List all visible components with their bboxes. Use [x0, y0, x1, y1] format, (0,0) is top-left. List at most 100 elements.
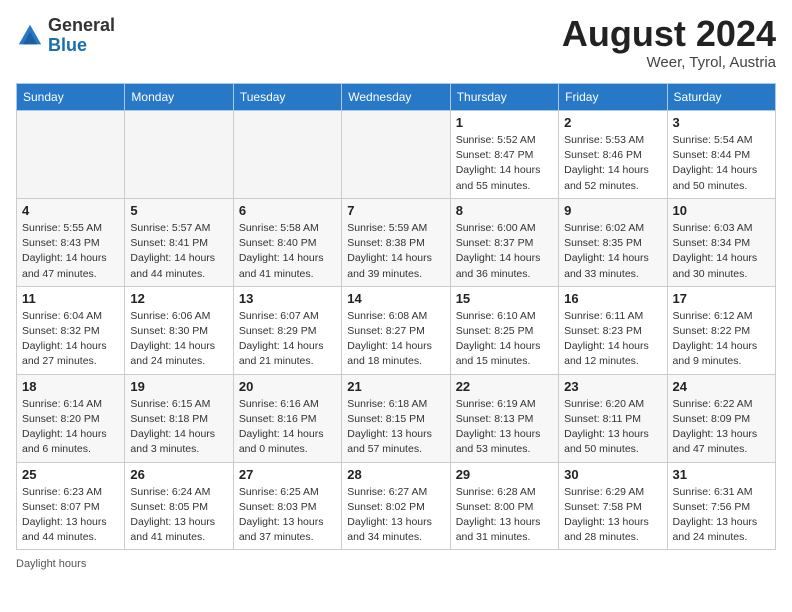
day-number: 31 — [673, 467, 770, 482]
day-detail: Sunrise: 5:59 AM Sunset: 8:38 PM Dayligh… — [347, 221, 444, 282]
calendar-cell: 14Sunrise: 6:08 AM Sunset: 8:27 PM Dayli… — [342, 286, 450, 374]
day-number: 3 — [673, 115, 770, 130]
day-number: 25 — [22, 467, 119, 482]
day-detail: Sunrise: 6:11 AM Sunset: 8:23 PM Dayligh… — [564, 309, 661, 370]
day-detail: Sunrise: 6:18 AM Sunset: 8:15 PM Dayligh… — [347, 397, 444, 458]
day-number: 30 — [564, 467, 661, 482]
calendar-cell: 13 Sunrise: 6:07 AM Sunset: 8:29 PM Dayli… — [233, 286, 341, 374]
day-detail: Sunrise: 5:53 AM Sunset: 8:46 PM Dayligh… — [564, 133, 661, 194]
day-detail: Sunrise: 5:57 AM Sunset: 8:41 PM Dayligh… — [130, 221, 227, 282]
calendar-cell: 31 Sunrise: 6:31 AM Sunset: 7:56 PM Dayli… — [667, 462, 775, 550]
day-number: 4 — [22, 203, 119, 218]
day-detail: Sunrise: 6:16 AM Sunset: 8:16 PM Dayligh… — [239, 397, 336, 458]
day-detail: Sunrise: 6:03 AM Sunset: 8:34 PM Dayligh… — [673, 221, 770, 282]
logo-blue-text: Blue — [48, 35, 87, 55]
day-detail: Sunrise: 5:58 AM Sunset: 8:40 PM Dayligh… — [239, 221, 336, 282]
calendar-cell: 6 Sunrise: 5:58 AM Sunset: 8:40 PM Daylig… — [233, 198, 341, 286]
calendar-cell: 17Sunrise: 6:12 AM Sunset: 8:22 PM Dayli… — [667, 286, 775, 374]
calendar-cell — [17, 111, 125, 199]
day-detail: Sunrise: 6:15 AM Sunset: 8:18 PM Dayligh… — [130, 397, 227, 458]
day-detail: Sunrise: 6:02 AM Sunset: 8:35 PM Dayligh… — [564, 221, 661, 282]
calendar-cell: 23 Sunrise: 6:20 AM Sunset: 8:11 PM Dayli… — [559, 374, 667, 462]
calendar-cell — [125, 111, 233, 199]
day-number: 12 — [130, 291, 227, 306]
day-detail: Sunrise: 6:23 AM Sunset: 8:07 PM Dayligh… — [22, 485, 119, 546]
calendar-cell: 28 Sunrise: 6:27 AM Sunset: 8:02 PM Dayli… — [342, 462, 450, 550]
location-label: Weer, Tyrol, Austria — [562, 54, 776, 71]
day-number: 24 — [673, 379, 770, 394]
day-number: 19 — [130, 379, 227, 394]
calendar-cell: 1 Sunrise: 5:52 AM Sunset: 8:47 PM Daylig… — [450, 111, 558, 199]
day-detail: Sunrise: 5:55 AM Sunset: 8:43 PM Dayligh… — [22, 221, 119, 282]
calendar-cell: 15 Sunrise: 6:10 AM Sunset: 8:25 PM Dayli… — [450, 286, 558, 374]
day-number: 6 — [239, 203, 336, 218]
day-number: 20 — [239, 379, 336, 394]
calendar-week-row: 11Sunrise: 6:04 AM Sunset: 8:32 PM Dayli… — [17, 286, 776, 374]
calendar-cell — [233, 111, 341, 199]
logo: General Blue — [16, 16, 115, 56]
calendar-cell: 27Sunrise: 6:25 AM Sunset: 8:03 PM Dayli… — [233, 462, 341, 550]
day-detail: Sunrise: 5:54 AM Sunset: 8:44 PM Dayligh… — [673, 133, 770, 194]
day-number: 2 — [564, 115, 661, 130]
logo-general-text: General — [48, 15, 115, 35]
calendar-cell: 26Sunrise: 6:24 AM Sunset: 8:05 PM Dayli… — [125, 462, 233, 550]
day-number: 21 — [347, 379, 444, 394]
calendar-cell: 8 Sunrise: 6:00 AM Sunset: 8:37 PM Daylig… — [450, 198, 558, 286]
day-number: 15 — [456, 291, 553, 306]
col-header-tuesday: Tuesday — [233, 84, 341, 111]
calendar-cell: 21 Sunrise: 6:18 AM Sunset: 8:15 PM Dayli… — [342, 374, 450, 462]
day-number: 8 — [456, 203, 553, 218]
day-detail: Sunrise: 6:28 AM Sunset: 8:00 PM Dayligh… — [456, 485, 553, 546]
day-number: 23 — [564, 379, 661, 394]
day-number: 10 — [673, 203, 770, 218]
calendar-cell: 29Sunrise: 6:28 AM Sunset: 8:00 PM Dayli… — [450, 462, 558, 550]
day-detail: Sunrise: 6:29 AM Sunset: 7:58 PM Dayligh… — [564, 485, 661, 546]
day-detail: Sunrise: 6:06 AM Sunset: 8:30 PM Dayligh… — [130, 309, 227, 370]
calendar-week-row: 1 Sunrise: 5:52 AM Sunset: 8:47 PM Daylig… — [17, 111, 776, 199]
day-detail: Sunrise: 6:07 AM Sunset: 8:29 PM Dayligh… — [239, 309, 336, 370]
day-number: 9 — [564, 203, 661, 218]
day-detail: Sunrise: 6:19 AM Sunset: 8:13 PM Dayligh… — [456, 397, 553, 458]
calendar-week-row: 25 Sunrise: 6:23 AM Sunset: 8:07 PM Dayli… — [17, 462, 776, 550]
day-number: 28 — [347, 467, 444, 482]
calendar-cell: 18 Sunrise: 6:14 AM Sunset: 8:20 PM Dayli… — [17, 374, 125, 462]
col-header-sunday: Sunday — [17, 84, 125, 111]
day-detail: Sunrise: 6:04 AM Sunset: 8:32 PM Dayligh… — [22, 309, 119, 370]
calendar-table: SundayMondayTuesdayWednesdayThursdayFrid… — [16, 83, 776, 550]
day-detail: Sunrise: 6:27 AM Sunset: 8:02 PM Dayligh… — [347, 485, 444, 546]
footer-note: Daylight hours — [16, 558, 776, 570]
day-detail: Sunrise: 5:52 AM Sunset: 8:47 PM Dayligh… — [456, 133, 553, 194]
day-detail: Sunrise: 6:10 AM Sunset: 8:25 PM Dayligh… — [456, 309, 553, 370]
calendar-header-row: SundayMondayTuesdayWednesdayThursdayFrid… — [17, 84, 776, 111]
day-detail: Sunrise: 6:14 AM Sunset: 8:20 PM Dayligh… — [22, 397, 119, 458]
calendar-cell: 2 Sunrise: 5:53 AM Sunset: 8:46 PM Daylig… — [559, 111, 667, 199]
calendar-cell: 7 Sunrise: 5:59 AM Sunset: 8:38 PM Daylig… — [342, 198, 450, 286]
day-detail: Sunrise: 6:31 AM Sunset: 7:56 PM Dayligh… — [673, 485, 770, 546]
calendar-cell: 30 Sunrise: 6:29 AM Sunset: 7:58 PM Dayli… — [559, 462, 667, 550]
calendar-cell: 16 Sunrise: 6:11 AM Sunset: 8:23 PM Dayli… — [559, 286, 667, 374]
day-detail: Sunrise: 6:24 AM Sunset: 8:05 PM Dayligh… — [130, 485, 227, 546]
day-number: 1 — [456, 115, 553, 130]
calendar-cell: 5Sunrise: 5:57 AM Sunset: 8:41 PM Daylig… — [125, 198, 233, 286]
day-number: 16 — [564, 291, 661, 306]
calendar-cell: 4 Sunrise: 5:55 AM Sunset: 8:43 PM Daylig… — [17, 198, 125, 286]
day-number: 7 — [347, 203, 444, 218]
day-detail: Sunrise: 6:08 AM Sunset: 8:27 PM Dayligh… — [347, 309, 444, 370]
day-number: 17 — [673, 291, 770, 306]
day-number: 27 — [239, 467, 336, 482]
page-header: General Blue August 2024 Weer, Tyrol, Au… — [16, 16, 776, 71]
calendar-cell: 11Sunrise: 6:04 AM Sunset: 8:32 PM Dayli… — [17, 286, 125, 374]
day-detail: Sunrise: 6:00 AM Sunset: 8:37 PM Dayligh… — [456, 221, 553, 282]
calendar-week-row: 18 Sunrise: 6:14 AM Sunset: 8:20 PM Dayli… — [17, 374, 776, 462]
calendar-cell: 10 Sunrise: 6:03 AM Sunset: 8:34 PM Dayli… — [667, 198, 775, 286]
day-detail: Sunrise: 6:20 AM Sunset: 8:11 PM Dayligh… — [564, 397, 661, 458]
col-header-thursday: Thursday — [450, 84, 558, 111]
calendar-cell: 12 Sunrise: 6:06 AM Sunset: 8:30 PM Dayli… — [125, 286, 233, 374]
day-number: 22 — [456, 379, 553, 394]
calendar-cell — [342, 111, 450, 199]
day-number: 18 — [22, 379, 119, 394]
day-number: 13 — [239, 291, 336, 306]
title-block: August 2024 Weer, Tyrol, Austria — [562, 16, 776, 71]
col-header-friday: Friday — [559, 84, 667, 111]
calendar-cell: 19 Sunrise: 6:15 AM Sunset: 8:18 PM Dayli… — [125, 374, 233, 462]
